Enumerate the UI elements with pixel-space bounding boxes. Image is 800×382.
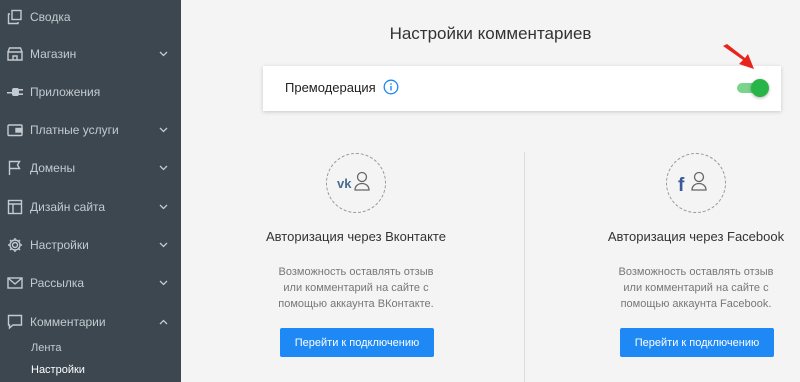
sidebar-item-label: Домены bbox=[30, 161, 76, 175]
user-icon bbox=[691, 171, 707, 191]
chevron-up-icon bbox=[158, 317, 168, 327]
sidebar-item-label: Комментарии bbox=[30, 315, 106, 329]
connect-vk-button[interactable]: Перейти к подключению bbox=[280, 328, 434, 357]
toggle-knob bbox=[751, 79, 769, 97]
sidebar-item-label: Настройки bbox=[30, 238, 89, 252]
sidebar-item-label: Магазин bbox=[30, 47, 77, 61]
plug-icon bbox=[6, 83, 24, 101]
sidebar-item-label: Рассылка bbox=[30, 276, 85, 290]
auth-vk-description: Возможность оставлять отзыв или коммента… bbox=[246, 264, 466, 312]
sidebar-item-domains[interactable]: Домены bbox=[0, 149, 181, 187]
comment-icon bbox=[6, 313, 24, 331]
sidebar-item-comments[interactable]: Комментарии bbox=[0, 303, 181, 341]
facebook-avatar-circle: f bbox=[666, 153, 726, 213]
sidebar-item-label: Приложения bbox=[30, 85, 101, 99]
svg-text:f: f bbox=[678, 175, 685, 196]
chevron-down-icon bbox=[158, 125, 168, 135]
red-arrow-annotation bbox=[723, 44, 754, 69]
wallet-icon bbox=[6, 121, 24, 139]
facebook-icon: f bbox=[678, 175, 685, 196]
sidebar-item-site-design[interactable]: Дизайн сайта bbox=[0, 188, 181, 226]
user-icon bbox=[354, 171, 370, 191]
chevron-down-icon bbox=[158, 202, 168, 212]
chevron-down-icon bbox=[158, 278, 168, 288]
connect-facebook-button[interactable]: Перейти к подключению bbox=[620, 328, 774, 357]
sidebar-item-summary[interactable]: Сводка bbox=[0, 0, 181, 36]
chevron-down-icon bbox=[158, 49, 168, 59]
chevron-down-icon bbox=[158, 240, 168, 250]
sidebar-subitem-settings[interactable]: Настройки bbox=[31, 364, 85, 376]
sidebar-subitem-feed[interactable]: Лента bbox=[31, 342, 61, 354]
desc-line: помощью аккаунта ВКонтакте. bbox=[278, 298, 434, 310]
sidebar-item-label: Дизайн сайта bbox=[30, 200, 106, 214]
premoderation-label: Премодерация bbox=[285, 80, 376, 95]
svg-text:vk: vk bbox=[337, 176, 352, 191]
sidebar-item-paid-services[interactable]: Платные услуги bbox=[0, 111, 181, 149]
layout-icon bbox=[6, 198, 24, 216]
sidebar: Сводка Магазин Приложения Платные услуги… bbox=[0, 0, 181, 382]
page-title: Настройки комментариев bbox=[389, 24, 592, 43]
info-icon[interactable] bbox=[383, 79, 399, 95]
mail-icon bbox=[6, 274, 24, 292]
sidebar-item-label: Платные услуги bbox=[30, 123, 119, 137]
sidebar-item-apps[interactable]: Приложения bbox=[0, 73, 181, 111]
sidebar-item-mailing[interactable]: Рассылка bbox=[0, 264, 181, 302]
auth-vk-title: Авторизация через Вконтакте bbox=[266, 229, 446, 244]
desc-line: Возможность оставлять отзыв bbox=[278, 266, 434, 278]
desc-line: помощью аккаунта Facebook. bbox=[620, 298, 772, 310]
sidebar-item-label: Сводка bbox=[30, 10, 71, 24]
shop-icon bbox=[6, 45, 24, 63]
gear-icon bbox=[6, 236, 24, 254]
auth-facebook-title: Авторизация через Facebook bbox=[607, 229, 785, 244]
flag-icon bbox=[6, 159, 24, 177]
sidebar-item-shop[interactable]: Магазин bbox=[0, 35, 181, 73]
desc-line: Возможность оставлять отзыв bbox=[618, 266, 774, 278]
desc-line: или комментарий на сайте с bbox=[283, 282, 429, 294]
desc-line: или комментарий на сайте с bbox=[623, 282, 769, 294]
premoderation-toggle[interactable] bbox=[735, 79, 769, 97]
vk-avatar-circle: vk bbox=[326, 153, 386, 213]
auth-facebook-description: Возможность оставлять отзыв или коммента… bbox=[586, 264, 800, 312]
sidebar-item-settings[interactable]: Настройки bbox=[0, 226, 181, 264]
copy-icon bbox=[6, 8, 24, 26]
column-divider bbox=[524, 152, 525, 382]
main-content: Настройки комментариев Премодерация vk А… bbox=[181, 0, 800, 382]
chevron-down-icon bbox=[158, 163, 168, 173]
vk-icon: vk bbox=[337, 176, 352, 191]
premoderation-card: Премодерация bbox=[263, 66, 781, 111]
